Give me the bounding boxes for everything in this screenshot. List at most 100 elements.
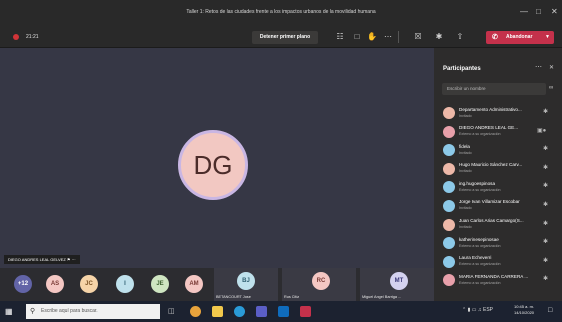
toolbar-divider [398,31,399,43]
close-icon[interactable]: ✕ [551,7,558,16]
mic-off-icon: ✱ [543,201,549,208]
windows-taskbar: ▦ ⚲ Escribe aquí para buscar. ◫ ⌃ ▮ ▭ ♫ … [0,301,562,322]
close-icon[interactable]: ✕ [549,64,554,71]
participant-name: DIEGO ANDRES LEAL GE... [459,125,519,131]
participant-name: ing.hugoespinosa [459,180,496,186]
avatar [443,274,455,287]
participant-row[interactable]: Hugo Mauricio Sánchez Carv... Invitado ✱ [434,160,562,179]
mic-off-icon: ✱ [543,183,549,190]
window-title: Taller 1: Retos de las ciudades frente a… [186,9,376,15]
gallery-chip[interactable]: JE [151,275,169,293]
tile-avatar: RC [312,272,330,290]
participant-status: Invitado [459,150,472,155]
participant-row[interactable]: Jorge Ivan Villamizar Escobar Invitado ✱ [434,197,562,216]
task-view-icon[interactable]: ◫ [168,307,179,318]
avatar [443,218,455,231]
search-icon: ⚲ [30,308,36,315]
tile-name: Miguel Angel Barriga ... [362,295,402,299]
file-explorer-icon[interactable] [212,306,223,317]
chrome-icon[interactable] [190,306,201,317]
chat-icon[interactable]: □ [351,31,363,43]
powerpoint-icon[interactable] [300,306,311,317]
clock-date: 14/10/2020 [514,310,535,315]
participant-status: Externo a su organización [459,280,501,285]
notifications-icon[interactable]: □ [548,307,552,314]
taskbar-clock[interactable]: 10:45 a. m. 14/10/2020 [514,304,534,316]
mic-off-icon: ✱ [543,109,549,115]
stop-spotlight-button[interactable]: Detener primer plano [252,31,318,44]
participant-row[interactable]: Departamento Administrativo... Invitado … [434,104,562,123]
participant-name: katherinesepinosae [459,236,499,242]
phone-icon: ✆ [492,34,498,41]
gallery-chip[interactable]: AM [185,275,203,293]
more-icon[interactable]: ⋯ [72,257,76,262]
participant-name: MARIA FERNANDA CARRERA ... [459,273,529,279]
windows-start-icon[interactable]: ▦ [5,307,13,316]
share-link-icon[interactable]: ∞ [549,85,553,91]
camera-off-icon[interactable]: ☒ [412,31,424,43]
participant-name: fidela [459,143,470,149]
participant-status: Externo a su organización [459,243,501,248]
gallery-chip[interactable]: JC [80,275,98,293]
language-indicator[interactable]: ESP [483,307,493,313]
participant-search-input[interactable]: Escribir un nombre [442,83,546,95]
participant-status: Externo a su organización [459,132,501,137]
participant-row[interactable]: katherinesepinosae Externo a su organiza… [434,234,562,253]
avatar [443,107,455,119]
gallery-chip[interactable]: AS [46,275,64,293]
taskbar-search-placeholder: Escribe aquí para buscar. [41,308,98,314]
participant-row[interactable]: ing.hugoespinosa Externo a su organizaci… [434,178,562,197]
avatar [443,255,455,268]
panel-title: Participantes [443,66,481,72]
gallery-tile[interactable]: RC Rus Citiz [282,268,356,301]
taskbar-search-input[interactable]: ⚲ Escribe aquí para buscar. [26,304,160,319]
participant-status: Invitado [459,206,472,211]
participants-panel: Participantes ⋯ ✕ Escribir un nombre ∞ D… [434,48,562,301]
avatar [443,144,455,157]
participant-row[interactable]: fidela Invitado ✱ [434,141,562,160]
meeting-timer: 21:21 [26,34,39,40]
pin-icon[interactable]: ⚑ [67,257,71,262]
participant-name: Departamento Administrativo... [459,106,522,112]
mic-off-icon[interactable]: ✱ [433,31,445,43]
gallery-tile[interactable]: MT Miguel Angel Barriga ... [360,268,434,301]
share-screen-icon[interactable]: ⇧ [454,31,466,43]
participant-row[interactable]: Juan Carlos Arias Camargo(S... Invitado … [434,216,562,235]
maximize-icon[interactable]: □ [536,7,541,16]
meeting-stage: DG DIEGO ANDRES LEAL GELVEZ ⚑ ⋯ [0,48,434,301]
main-avatar: DG [178,130,248,200]
tile-avatar: BJ [237,272,255,290]
participant-row[interactable]: MARIA FERNANDA CARRERA ... Externo a su … [434,271,562,290]
participant-name: Juan Carlos Arias Camargo(S... [459,218,524,224]
participant-status: Externo a su organización [459,262,501,267]
participant-gallery: +12 AS JC I JE AM BJ BETANCOURT Jose RC … [0,268,434,301]
avatar [443,162,455,175]
participants-icon[interactable]: ☷ [334,31,346,43]
speaker-name: DIEGO ANDRES LEAL GELVEZ [8,257,66,262]
system-tray[interactable]: ⌃ ▮ ▭ ♫ ESP [462,307,493,313]
browser-icon[interactable] [234,306,245,317]
leave-label: Abandonar [506,34,533,40]
leave-button[interactable]: ✆ Abandonar ▼ [486,31,554,44]
avatar [443,125,455,138]
overflow-participants-button[interactable]: +12 [14,275,32,293]
more-options-icon[interactable]: ⋯ [382,31,394,43]
participant-status: Invitado [459,113,472,118]
mic-off-icon: ✱ [543,257,549,264]
title-bar: Taller 1: Retos de las ciudades frente a… [0,0,562,25]
tile-avatar: MT [390,272,408,290]
gallery-chip[interactable]: I [116,275,134,293]
more-options-icon[interactable]: ⋯ [535,63,542,71]
participant-row[interactable]: Laura Echeverri Externo a su organizació… [434,253,562,272]
gallery-tile[interactable]: BJ BETANCOURT Jose [214,268,278,301]
outlook-icon[interactable] [278,306,289,317]
minimize-icon[interactable]: — [520,7,528,16]
avatar [443,181,455,194]
raise-hand-icon[interactable]: ✋ [366,31,378,43]
tile-name: Rus Citiz [284,295,300,299]
chevron-down-icon[interactable]: ▼ [545,31,550,44]
participant-row[interactable]: DIEGO ANDRES LEAL GE... Externo a su org… [434,123,562,142]
avatar [443,237,455,250]
participant-name: Jorge Ivan Villamizar Escobar [459,199,520,205]
teams-icon[interactable] [256,306,267,317]
